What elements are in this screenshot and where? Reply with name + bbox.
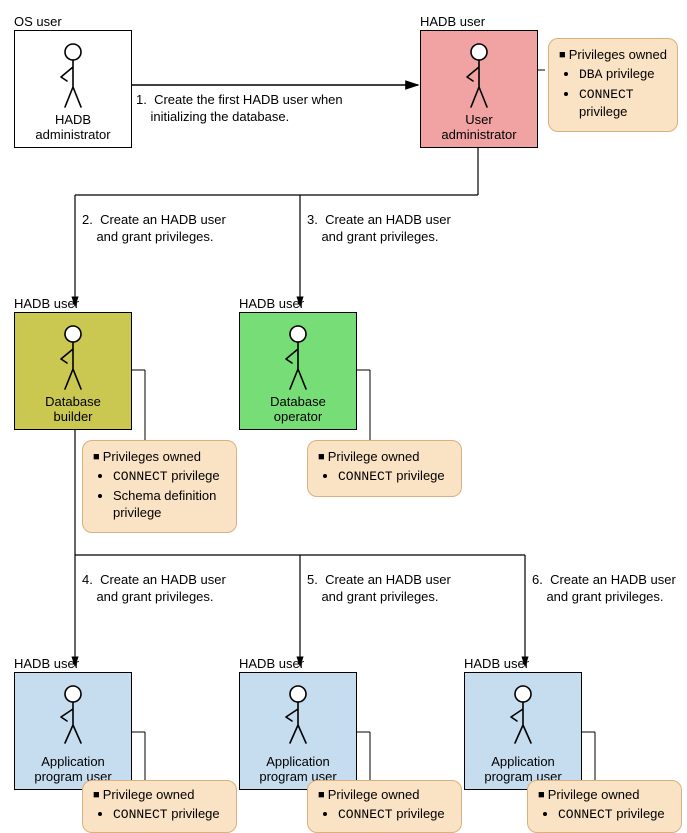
hadb-admin-role: HADBadministrator [15, 113, 131, 143]
person-icon [55, 685, 91, 745]
priv-title: Privilege owned [318, 787, 451, 802]
db-operator-priv-box: Privilege owned CONNECT privilege [307, 440, 462, 497]
priv-title: Privilege owned [318, 449, 451, 464]
app-user-box-1: Applicationprogram user [14, 672, 132, 790]
person-icon [55, 325, 91, 391]
db-operator-role: Databaseoperator [240, 395, 356, 425]
db-builder-role: Databasebuilder [15, 395, 131, 425]
priv-item: CONNECTprivilege [579, 86, 667, 121]
step-6-text: 6. Create an HADB user and grant privile… [532, 572, 676, 606]
user-admin-priv-box: Privileges owned DBA privilege CONNECTpr… [548, 38, 678, 132]
priv-title: Privilege owned [538, 787, 671, 802]
step-5-text: 5. Create an HADB user and grant privile… [307, 572, 451, 606]
priv-item: Schema definitionprivilege [113, 488, 226, 522]
person-icon [55, 43, 91, 109]
person-icon [280, 685, 316, 745]
person-icon [505, 685, 541, 745]
db-builder-priv-box: Privileges owned CONNECT privilege Schem… [82, 440, 237, 533]
app-priv-box-1: Privilege owned CONNECT privilege [82, 780, 237, 833]
os-user-label: OS user [14, 14, 62, 29]
step-3-text: 3. Create an HADB user and grant privile… [307, 212, 451, 246]
diagram-canvas: OS user HADBadministrator 1. Create the … [0, 0, 687, 831]
priv-item: CONNECT privilege [558, 806, 671, 824]
priv-title: Privileges owned [93, 449, 226, 464]
hadb-user-label-4: HADB user [14, 656, 79, 671]
app-user-box-3: Applicationprogram user [464, 672, 582, 790]
step-2-text: 2. Create an HADB user and grant privile… [82, 212, 226, 246]
priv-item: CONNECT privilege [113, 806, 226, 824]
priv-title: Privilege owned [93, 787, 226, 802]
priv-item: CONNECT privilege [338, 468, 451, 486]
hadb-user-label-1: HADB user [420, 14, 485, 29]
hadb-admin-box: HADBadministrator [14, 30, 132, 148]
person-icon [280, 325, 316, 391]
app-priv-box-2: Privilege owned CONNECT privilege [307, 780, 462, 833]
hadb-user-label-6: HADB user [464, 656, 529, 671]
priv-title: Privileges owned [559, 47, 667, 62]
priv-item: CONNECT privilege [338, 806, 451, 824]
db-builder-box: Databasebuilder [14, 312, 132, 430]
priv-item: DBA privilege [579, 66, 667, 84]
app-user-box-2: Applicationprogram user [239, 672, 357, 790]
db-operator-box: Databaseoperator [239, 312, 357, 430]
user-admin-role: Useradministrator [421, 113, 537, 143]
person-icon [461, 43, 497, 109]
hadb-user-label-5: HADB user [239, 656, 304, 671]
priv-item: CONNECT privilege [113, 468, 226, 486]
app-priv-box-3: Privilege owned CONNECT privilege [527, 780, 682, 833]
hadb-user-label-3: HADB user [239, 296, 304, 311]
step-1-text: 1. Create the first HADB user when initi… [136, 92, 343, 126]
step-4-text: 4. Create an HADB user and grant privile… [82, 572, 226, 606]
hadb-user-label-2: HADB user [14, 296, 79, 311]
user-admin-box: Useradministrator [420, 30, 538, 148]
